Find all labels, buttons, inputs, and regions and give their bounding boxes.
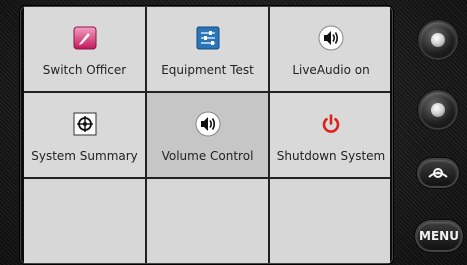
shutdown-system-label: Shutdown System (276, 149, 386, 163)
switch-officer-label: Switch Officer (42, 63, 127, 77)
sliders-icon (195, 25, 221, 51)
equipment-test-label: Equipment Test (161, 63, 254, 77)
equipment-test-button[interactable]: Equipment Test (147, 7, 268, 91)
empty-tile-1 (24, 179, 145, 263)
screen: Switch Officer Equipment Test LiveAudio … (24, 7, 390, 263)
top-hardware-button[interactable] (420, 22, 456, 58)
power-icon (318, 111, 344, 137)
camera-hardware-button[interactable] (419, 160, 457, 186)
volume-control-label: Volume Control (161, 149, 254, 163)
empty-tile-3 (270, 179, 390, 263)
camera-lens-icon (431, 103, 445, 117)
menu-grid: Switch Officer Equipment Test LiveAudio … (24, 7, 390, 263)
liveaudio-on-button[interactable]: LiveAudio on (270, 7, 390, 91)
menu-hardware-button[interactable]: MENU (417, 222, 461, 250)
speaker-icon (318, 25, 344, 51)
camera-lens-icon (431, 33, 445, 47)
volume-control-button[interactable]: Volume Control (147, 93, 268, 177)
pen-icon (72, 25, 98, 51)
middle-hardware-button[interactable] (420, 92, 456, 128)
shutdown-system-button[interactable]: Shutdown System (270, 93, 390, 177)
speaker-icon (195, 111, 221, 137)
liveaudio-on-label: LiveAudio on (292, 63, 370, 77)
system-summary-button[interactable]: System Summary (24, 93, 145, 177)
switch-officer-button[interactable]: Switch Officer (24, 7, 145, 91)
target-icon (72, 111, 98, 137)
empty-tile-2 (147, 179, 268, 263)
camera-icon (428, 168, 448, 178)
menu-label: MENU (419, 229, 459, 243)
system-summary-label: System Summary (31, 149, 138, 163)
